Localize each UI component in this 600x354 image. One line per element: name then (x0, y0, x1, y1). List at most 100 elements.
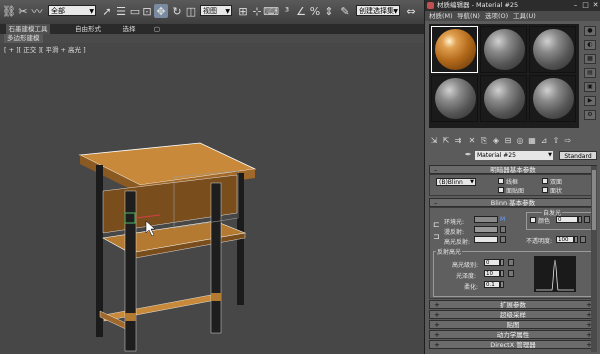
self-illum-spinner[interactable] (578, 216, 582, 223)
material-id-icon[interactable]: ◎ (515, 136, 525, 146)
material-name-field[interactable]: Material #25 ▼ (475, 151, 553, 160)
ribbon-toggle-button[interactable]: ▢ (150, 24, 164, 34)
material-editor-scrollbar[interactable] (591, 166, 597, 352)
rotate-icon[interactable]: ↻ (170, 4, 184, 18)
window-crossing-icon[interactable]: ⊡ (140, 4, 154, 18)
percent-snap-icon[interactable]: % (308, 4, 322, 18)
sample-slot-3[interactable] (529, 26, 576, 73)
copy-material-icon[interactable]: ⎘ (479, 136, 489, 146)
sample-slot-2[interactable] (480, 26, 527, 73)
specular-level-field[interactable]: 0 (484, 259, 500, 266)
rollout-blinn-basic[interactable]: – Blinn 基本参数 (429, 198, 597, 207)
glossiness-map-button[interactable] (508, 270, 514, 277)
material-editor-titlebar[interactable]: 材质编辑器 - Material #25 – □ ✕ (425, 0, 600, 11)
sample-slot-4[interactable] (431, 75, 478, 122)
select-by-name-icon[interactable]: ☰ (114, 4, 128, 18)
scale-icon[interactable]: ◫ (184, 4, 198, 18)
opacity-map-button[interactable] (580, 236, 586, 243)
faceted-checkbox[interactable] (542, 187, 548, 193)
tab-freeform[interactable]: 自由形式 (66, 24, 110, 34)
specular-map-button[interactable] (500, 236, 506, 243)
options-icon[interactable]: ⚙ (584, 110, 596, 120)
keyboard-shortcut-icon[interactable]: ⌨ (263, 4, 279, 18)
video-color-check-icon[interactable]: ▣ (584, 82, 596, 92)
tab-polygon-modeling[interactable]: 多边形建模 (4, 34, 43, 43)
diffuse-color-swatch[interactable] (474, 226, 498, 233)
opacity-spinner[interactable] (574, 236, 578, 243)
viewport-perspective[interactable]: [ + ][ 正交 ][ 平滑 + 高光 ] (0, 43, 424, 354)
sample-type-icon[interactable]: ● (584, 26, 596, 36)
angle-snap-icon[interactable]: ∠ (294, 4, 308, 18)
two-sided-checkbox[interactable] (542, 178, 548, 184)
make-unique-icon[interactable]: ◈ (491, 136, 501, 146)
scrollbar-thumb[interactable] (592, 170, 596, 230)
rollout-supersampling[interactable]: + + 超级采样 (429, 310, 597, 319)
show-end-result-icon[interactable]: ⊿ (539, 136, 549, 146)
scene-canvas[interactable] (0, 43, 424, 354)
show-map-icon[interactable]: ▦ (527, 136, 537, 146)
menu-utilities[interactable]: 工具(U) (513, 11, 536, 21)
sample-slot-6[interactable] (529, 75, 576, 122)
named-selection-dropdown[interactable]: 创建选择集 ▼ (356, 5, 400, 16)
specular-level-map-button[interactable] (508, 259, 514, 266)
move-icon[interactable]: ✥ (154, 4, 168, 18)
go-to-parent-icon[interactable]: ⇧ (551, 136, 561, 146)
self-illum-color-checkbox[interactable] (530, 217, 536, 223)
specular-level-spinner[interactable] (500, 259, 504, 266)
opacity-field[interactable]: 100 (556, 236, 574, 243)
pivot-icon[interactable]: ⊞ (236, 4, 250, 18)
select-icon[interactable]: ➚ (100, 4, 114, 18)
rollout-directx-manager[interactable]: + + DirectX 管理器 (429, 340, 597, 349)
rollout-shader-basic[interactable]: – 明暗器基本参数 (429, 165, 597, 174)
selection-filter-dropdown[interactable]: 全部 ▼ (48, 5, 96, 16)
mirror-icon[interactable]: ⇔ (404, 4, 418, 18)
close-icon[interactable]: ✕ (591, 1, 600, 9)
wire-checkbox[interactable] (498, 178, 504, 184)
glossiness-field[interactable]: 10 (484, 270, 500, 277)
diffuse-map-button[interactable] (500, 226, 506, 233)
unlink-icon[interactable]: ✂ (16, 4, 30, 18)
eyedropper-icon[interactable]: ✒ (465, 150, 472, 159)
face-map-checkbox[interactable] (498, 187, 504, 193)
specular-color-swatch[interactable] (474, 236, 498, 243)
reset-material-icon[interactable]: ✕ (467, 136, 477, 146)
maximize-icon[interactable]: □ (581, 1, 590, 9)
sample-slot-5[interactable] (480, 75, 527, 122)
background-icon[interactable]: ▦ (584, 54, 596, 64)
edit-named-selection-icon[interactable]: ✎ (338, 4, 352, 18)
tab-selection[interactable]: 选择 (114, 24, 144, 34)
soften-spinner[interactable] (500, 281, 504, 288)
rollout-extended-parameters[interactable]: + + 扩展参数 (429, 300, 597, 309)
put-material-icon[interactable]: ⇱ (441, 136, 451, 146)
put-to-library-icon[interactable]: ⊟ (503, 136, 513, 146)
sample-slot-1[interactable] (431, 26, 478, 73)
backlight-icon[interactable]: ◐ (584, 40, 596, 50)
assign-material-icon[interactable]: ⇉ (453, 136, 463, 146)
self-illum-map-button[interactable] (584, 216, 590, 223)
menu-material[interactable]: 材质(M) (429, 11, 453, 21)
link-icon[interactable]: ⛓ (2, 4, 16, 18)
menu-navigation[interactable]: 导航(N) (457, 11, 480, 21)
menu-options[interactable]: 选项(O) (485, 11, 508, 21)
lock-diffuse-specular-icon[interactable]: ⊐ (433, 232, 440, 241)
go-forward-icon[interactable]: ⇨ (563, 136, 573, 146)
tab-graphite-modeling[interactable]: 石墨建模工具 (6, 24, 50, 34)
lock-ambient-diffuse-icon[interactable]: ⊏ (433, 220, 440, 229)
spinner-snap-icon[interactable]: ⇕ (322, 4, 336, 18)
minimize-icon[interactable]: – (571, 1, 580, 9)
shader-type-dropdown[interactable]: (B)Blinn ▼ (436, 178, 476, 186)
snap-icon[interactable]: ³ (280, 4, 294, 18)
material-type-button[interactable]: Standard (559, 151, 597, 160)
map-lock-icon[interactable]: M (500, 216, 505, 223)
bind-space-warp-icon[interactable]: 〰 (30, 4, 44, 18)
reference-coord-dropdown[interactable]: 视图 ▼ (200, 5, 232, 16)
select-manipulate-icon[interactable]: ⊹ (250, 4, 264, 18)
get-material-icon[interactable]: ⇲ (429, 136, 439, 146)
rollout-dynamics[interactable]: + + 动力学属性 (429, 330, 597, 339)
self-illum-value-field[interactable]: 0 (556, 216, 578, 223)
glossiness-spinner[interactable] (500, 270, 504, 277)
uv-tiling-icon[interactable]: ▤ (584, 68, 596, 78)
make-preview-icon[interactable]: ▶ (584, 96, 596, 106)
rollout-maps[interactable]: + + 贴图 (429, 320, 597, 329)
soften-field[interactable]: 0.1 (484, 281, 500, 288)
